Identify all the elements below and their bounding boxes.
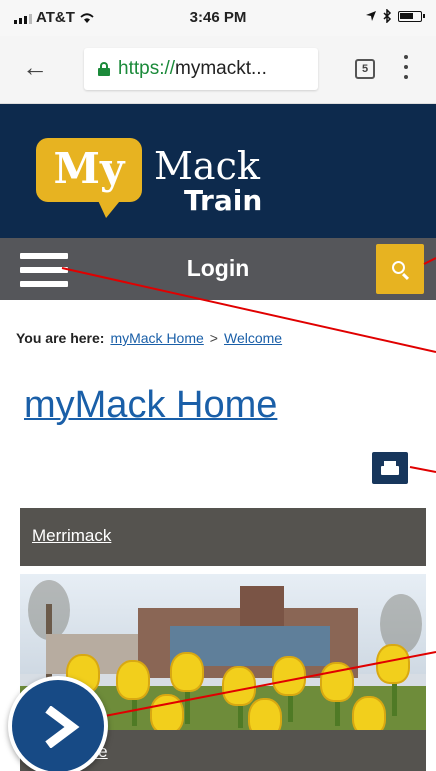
chevron-right-icon [45,706,80,748]
nav-bar: Login [0,238,436,300]
breadcrumb-link-home[interactable]: myMack Home [110,330,203,346]
address-bar[interactable]: https://mymackt... [84,48,318,90]
breadcrumb-separator: > [209,330,218,346]
printer-icon-body [381,466,399,475]
breadcrumb: You are here: myMack Home > Welcome [16,320,426,356]
overflow-menu-icon[interactable] [404,55,408,79]
logo-mack-text: Mack [154,144,260,188]
breadcrumb-link-welcome[interactable]: Welcome [224,330,282,346]
logo-train-text: Train [184,184,263,217]
status-bar: AT&T 3:46 PM [0,0,436,36]
section-header-merrimack: Merrimack [20,508,426,566]
site-logo[interactable]: My Mack Train [36,138,306,230]
print-button[interactable] [372,452,408,484]
page-title[interactable]: myMack Home [24,384,277,427]
browser-toolbar: ← https://mymackt... 5 [0,36,436,104]
logo-my-text: My [53,144,125,193]
logo-bubble-tail [92,196,124,218]
battery-icon [398,10,425,22]
search-button[interactable] [376,244,424,294]
lock-icon [98,62,110,76]
next-floating-button[interactable] [8,676,108,771]
url-host: mymackt... [175,58,267,79]
annotation-line-print [409,466,436,473]
location-icon [366,11,376,21]
section-link-merrimack[interactable]: Merrimack [32,526,111,546]
tab-switcher-button[interactable]: 5 [355,59,375,79]
back-arrow-icon[interactable]: ← [22,54,48,80]
search-icon-handle [401,272,410,281]
site-header: My Mack Train [0,104,436,238]
url-scheme: https:// [118,58,176,79]
nav-title: Login [186,255,250,281]
breadcrumb-label: You are here: [16,330,105,346]
bluetooth-icon [383,9,392,23]
url-text: https://mymackt... [118,58,267,80]
status-right-group [365,9,425,23]
